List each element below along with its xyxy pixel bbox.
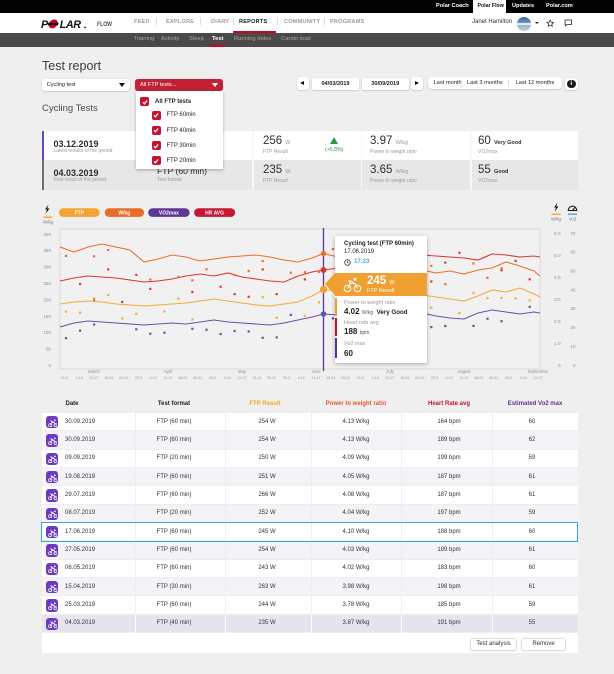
svg-text:3.0: 3.0 bbox=[554, 297, 561, 302]
svg-text:6.0: 6.0 bbox=[554, 231, 561, 236]
svg-text:11-17: 11-17 bbox=[164, 376, 173, 380]
svg-text:18-24: 18-24 bbox=[326, 376, 335, 380]
svg-text:18-24: 18-24 bbox=[474, 376, 483, 380]
svg-text:LAR: LAR bbox=[60, 19, 81, 29]
svg-text:June: June bbox=[311, 369, 321, 374]
svg-text:FTP: FTP bbox=[75, 210, 85, 216]
svg-text:25-3: 25-3 bbox=[209, 376, 216, 380]
svg-text:4-10: 4-10 bbox=[224, 376, 231, 380]
svg-text:September: September bbox=[528, 369, 549, 374]
svg-text:25-31: 25-31 bbox=[267, 376, 276, 380]
svg-text:July: July bbox=[386, 369, 394, 374]
svg-text:50: 50 bbox=[46, 347, 52, 352]
svg-text:2.0: 2.0 bbox=[554, 319, 561, 324]
svg-text:25-3: 25-3 bbox=[135, 376, 142, 380]
svg-text:W/kg: W/kg bbox=[551, 217, 562, 222]
svg-text:11-17: 11-17 bbox=[534, 376, 543, 380]
svg-text:25-31: 25-31 bbox=[341, 376, 350, 380]
svg-text:25-3: 25-3 bbox=[431, 376, 438, 380]
svg-text:0: 0 bbox=[48, 363, 51, 368]
svg-text:11-17: 11-17 bbox=[90, 376, 99, 380]
svg-text:25-31: 25-31 bbox=[415, 376, 424, 380]
svg-text:25-3: 25-3 bbox=[505, 376, 512, 380]
svg-text:10: 10 bbox=[570, 344, 576, 349]
svg-text:11-17: 11-17 bbox=[460, 376, 469, 380]
svg-text:40: 40 bbox=[570, 287, 576, 292]
svg-text:4-10: 4-10 bbox=[298, 376, 305, 380]
svg-text:5.0: 5.0 bbox=[554, 253, 561, 258]
svg-text:25-3: 25-3 bbox=[61, 376, 68, 380]
svg-text:W/kg: W/kg bbox=[118, 210, 130, 216]
svg-text:18-24: 18-24 bbox=[252, 376, 261, 380]
svg-text:70: 70 bbox=[570, 231, 576, 236]
svg-text:W/kg: W/kg bbox=[43, 220, 54, 225]
svg-text:200: 200 bbox=[43, 297, 51, 302]
svg-text:150: 150 bbox=[43, 314, 51, 319]
svg-text:4.0: 4.0 bbox=[554, 275, 561, 280]
svg-text:18-24: 18-24 bbox=[178, 376, 187, 380]
svg-text:25-3: 25-3 bbox=[283, 376, 290, 380]
svg-text:4-10: 4-10 bbox=[446, 376, 453, 380]
svg-text:4-10: 4-10 bbox=[76, 376, 83, 380]
svg-text:20: 20 bbox=[570, 325, 576, 330]
svg-text:March: March bbox=[88, 369, 100, 374]
svg-text:August: August bbox=[457, 369, 471, 374]
svg-text:300: 300 bbox=[43, 265, 51, 270]
svg-text:11-17: 11-17 bbox=[312, 376, 321, 380]
svg-text:11-17: 11-17 bbox=[386, 376, 395, 380]
svg-text:P: P bbox=[41, 19, 49, 29]
svg-text:50: 50 bbox=[570, 269, 576, 274]
svg-text:350: 350 bbox=[43, 248, 51, 253]
svg-text:18-24: 18-24 bbox=[104, 376, 113, 380]
svg-text:250: 250 bbox=[43, 281, 51, 286]
svg-text:11-17: 11-17 bbox=[238, 376, 247, 380]
svg-text:25-31: 25-31 bbox=[193, 376, 202, 380]
svg-text:100: 100 bbox=[43, 330, 51, 335]
svg-text:400: 400 bbox=[43, 232, 51, 237]
svg-text:0: 0 bbox=[573, 363, 576, 368]
svg-text:0: 0 bbox=[558, 363, 561, 368]
svg-text:18-24: 18-24 bbox=[400, 376, 409, 380]
svg-text:VO2max: VO2max bbox=[159, 210, 179, 216]
svg-text:HR AVG: HR AVG bbox=[205, 210, 224, 216]
svg-text:25-31: 25-31 bbox=[119, 376, 128, 380]
svg-text:4-10: 4-10 bbox=[520, 376, 527, 380]
svg-text:4-10: 4-10 bbox=[150, 376, 157, 380]
svg-text:4-10: 4-10 bbox=[372, 376, 379, 380]
svg-text:1.0: 1.0 bbox=[554, 341, 561, 346]
svg-text:25-31: 25-31 bbox=[489, 376, 498, 380]
svg-text:25-3: 25-3 bbox=[357, 376, 364, 380]
svg-text:30: 30 bbox=[570, 306, 576, 311]
svg-text:April: April bbox=[164, 369, 172, 374]
svg-text:60: 60 bbox=[570, 250, 576, 255]
svg-text:May: May bbox=[238, 369, 247, 374]
svg-text:Vo2: Vo2 bbox=[569, 217, 577, 222]
